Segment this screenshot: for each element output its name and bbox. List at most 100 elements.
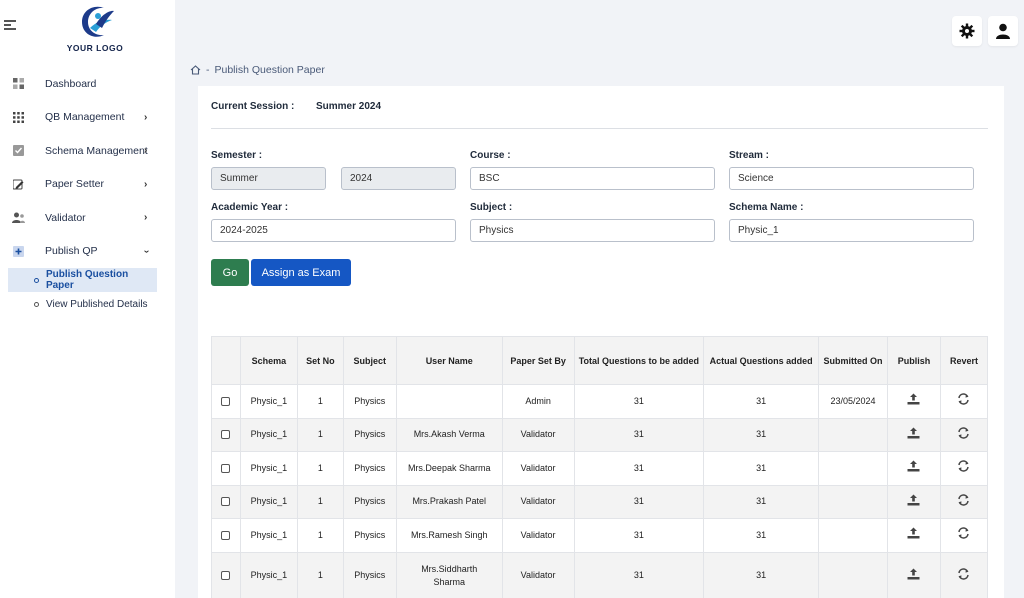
submitted-on-cell [818,417,888,452]
schema-name-label: Schema Name : [729,202,804,213]
schema-cell: Physic_1 [239,551,298,598]
row-checkbox[interactable] [221,497,231,507]
publish-cell [886,451,941,486]
sidebar-item-label: Dashboard [45,77,97,90]
row-checkbox[interactable] [221,463,231,473]
column-header: Publish [886,336,941,385]
revert-cell [939,384,989,419]
breadcrumb: - Publish Question Paper [190,64,325,76]
stream-field[interactable]: Science [729,167,974,190]
chevron-right-icon: › [144,145,148,156]
sidebar-item-publish-qp[interactable]: Publish QP › [0,235,175,269]
upload-icon[interactable] [907,393,920,409]
row-checkbox[interactable] [221,396,231,406]
refresh-icon[interactable] [957,494,970,510]
refresh-icon[interactable] [957,567,970,584]
course-field[interactable]: BSC [470,167,715,190]
subject-label: Subject : [470,202,513,213]
column-header: Schema [239,336,298,385]
schema-cell: Physic_1 [239,384,298,419]
upload-icon[interactable] [907,494,920,510]
gear-icon [959,23,975,39]
logo-mark-icon [82,6,114,37]
column-header: Submitted On [818,336,888,385]
sidebar-item-paper-setter[interactable]: Paper Setter › [0,168,175,202]
year-field: 2024 [341,167,456,190]
sidebar-item-dashboard[interactable]: Dashboard [0,67,175,101]
row-checkbox[interactable] [221,571,231,581]
schema-name-field[interactable]: Physic_1 [729,219,974,242]
home-icon[interactable] [190,65,201,75]
user-name-cell: Mrs.Deepak Sharma [395,451,503,486]
refresh-icon[interactable] [957,393,970,409]
semester-label: Semester : [211,150,263,161]
column-header: Actual Questions added [703,336,820,385]
table-row: Physic_1 1 Physics Mrs.Ramesh Singh Validato… [211,518,989,553]
paper-set-by-cell: Validator [501,518,575,553]
sidebar-subitem-publish-question-paper[interactable]: Publish Question Paper [8,268,157,292]
table-header-row: Schema Set No Subject User Name Paper Se… [211,336,989,385]
schema-cell: Physic_1 [239,484,298,519]
settings-button[interactable] [952,16,982,46]
sidebar-item-validator[interactable]: Validator › [0,201,175,235]
user-name-cell: Mrs.Siddharth Sharma [395,551,503,598]
profile-button[interactable] [988,16,1018,46]
stream-label: Stream : [729,150,770,161]
column-header: Set No [296,336,344,385]
column-header: User Name [395,336,503,385]
sidebar-item-label: Publish QP [45,245,98,258]
schema-cell: Physic_1 [239,417,298,452]
submitted-on-cell [818,451,888,486]
upload-icon[interactable] [907,427,920,443]
paper-set-by-cell: Validator [501,417,575,452]
semester-field: Summer [211,167,326,190]
row-checkbox[interactable] [221,430,231,440]
row-checkbox[interactable] [221,530,231,540]
menu-toggle-icon[interactable] [4,20,16,32]
academic-year-field[interactable]: 2024-2025 [211,219,456,242]
total-questions-cell: 31 [573,484,705,519]
grid-icon [12,77,25,90]
actual-questions-cell: 31 [703,551,820,598]
upload-icon[interactable] [907,527,920,543]
set-no-cell: 1 [296,518,344,553]
revert-cell [939,451,989,486]
session-label: Current Session : [211,101,295,112]
select-cell [211,551,241,598]
refresh-icon[interactable] [957,460,970,476]
assign-as-exam-button[interactable]: Assign as Exam [251,259,351,286]
refresh-icon[interactable] [957,527,970,543]
go-button[interactable]: Go [211,259,249,286]
sidebar-item-schema-management[interactable]: Schema Management › [0,134,175,168]
refresh-icon[interactable] [957,427,970,443]
submitted-on-cell [818,518,888,553]
column-header: Subject [342,336,397,385]
publish-icon [12,245,25,258]
subject-cell: Physics [342,417,397,452]
total-questions-cell: 31 [573,451,705,486]
users-icon [12,211,25,224]
subject-field[interactable]: Physics [470,219,715,242]
column-header: Revert [939,336,989,385]
sidebar-item-qb-management[interactable]: QB Management › [0,101,175,135]
sidebar-item-label: Paper Setter [45,178,104,191]
table-row: Physic_1 1 Physics Mrs.Siddharth Sharma Vali… [211,551,989,598]
dots-grid-icon [12,111,25,124]
subject-cell: Physics [342,551,397,598]
sidebar-subitem-label: View Published Details [46,298,148,310]
upload-icon[interactable] [907,568,920,584]
chevron-right-icon: › [144,178,148,190]
select-cell [211,484,241,519]
submitted-on-cell [818,551,888,598]
user-name-cell: Mrs.Ramesh Singh [395,518,503,553]
total-questions-cell: 31 [573,384,705,419]
breadcrumb-current: Publish Question Paper [214,64,325,76]
table-row: Physic_1 1 Physics Mrs.Akash Verma Validator… [211,417,989,452]
logo-text: YOUR LOGO [66,43,124,53]
paper-set-by-cell: Validator [501,451,575,486]
divider [211,128,988,129]
revert-cell [939,551,989,598]
upload-icon[interactable] [907,460,920,476]
sidebar-subitem-view-published-details[interactable]: View Published Details [8,292,157,316]
table-row: Physic_1 1 Physics Admin 31 31 23/05/2024 [211,384,989,419]
